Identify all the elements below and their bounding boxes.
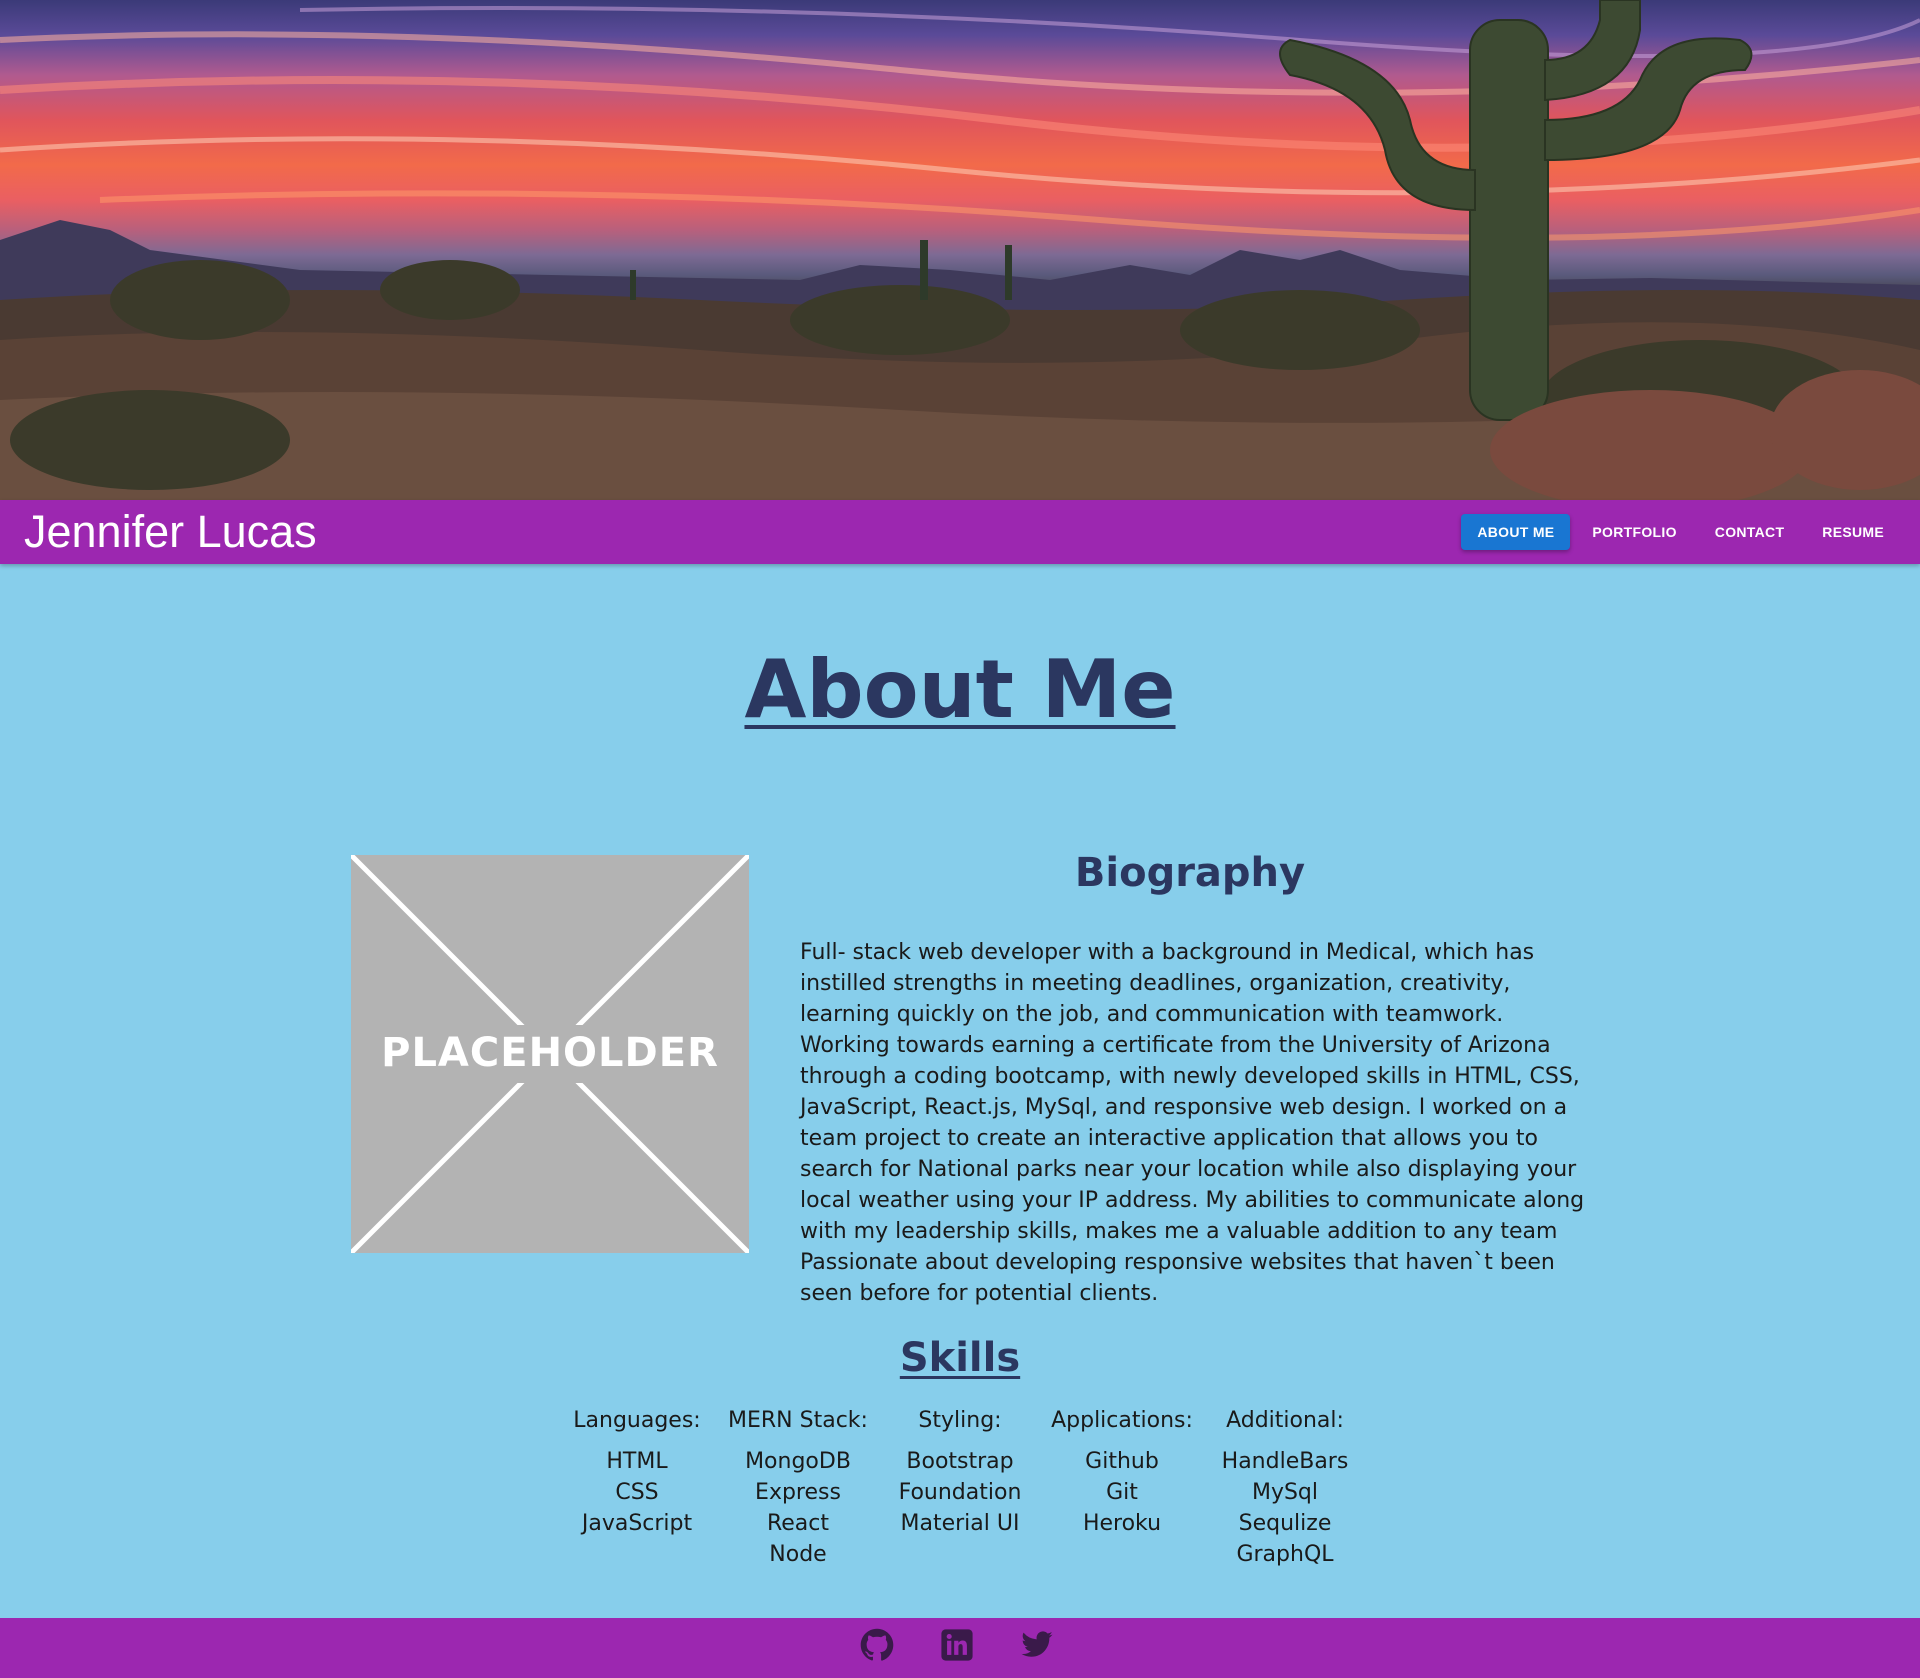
footer: [0, 1618, 1920, 1678]
placeholder-label: PLACEHOLDER: [381, 1030, 719, 1076]
skill-item: Material UI: [900, 1511, 1020, 1536]
social-links: [860, 1628, 1054, 1662]
skill-item: JavaScript: [581, 1511, 693, 1536]
skills-column-title: Applications:: [1051, 1408, 1193, 1433]
skill-item: React: [766, 1511, 830, 1536]
skills-column-languages: Languages: HTML CSS JavaScript: [552, 1405, 722, 1539]
skill-item: HTML: [606, 1449, 668, 1474]
nav-links: ABOUT ME PORTFOLIO CONTACT RESUME: [1461, 514, 1900, 550]
skills-column-title: Styling:: [918, 1408, 1002, 1433]
skill-item: HandleBars: [1221, 1449, 1349, 1474]
skill-item: Express: [755, 1480, 841, 1505]
nav-about-me-button[interactable]: ABOUT ME: [1461, 514, 1571, 550]
nav-contact-button[interactable]: CONTACT: [1699, 514, 1801, 550]
skill-item: GraphQL: [1236, 1542, 1334, 1567]
skills-column-mern-stack: MERN Stack: MongoDB Express React Node: [713, 1405, 883, 1570]
skill-item: CSS: [615, 1480, 659, 1505]
skill-item: Node: [769, 1542, 827, 1567]
biography-heading: Biography: [1074, 850, 1306, 896]
skill-item: Sequlize: [1238, 1511, 1332, 1536]
site-brand-name[interactable]: Jennifer Lucas: [24, 506, 317, 558]
skill-item: MySql: [1251, 1480, 1319, 1505]
top-navbar: Jennifer Lucas ABOUT ME PORTFOLIO CONTAC…: [0, 500, 1920, 564]
biography-text: Full- stack web developer with a backgro…: [800, 940, 1585, 1306]
skills-heading: Skills: [899, 1335, 1021, 1381]
skill-item: Foundation: [898, 1480, 1022, 1505]
hero-banner-image: [0, 0, 1920, 500]
twitter-icon[interactable]: [1020, 1628, 1054, 1662]
skills-column-styling: Styling: Bootstrap Foundation Material U…: [875, 1405, 1045, 1539]
nav-portfolio-button[interactable]: PORTFOLIO: [1576, 514, 1692, 550]
skills-column-title: Additional:: [1226, 1408, 1344, 1433]
skills-column-title: Languages:: [573, 1408, 701, 1433]
skill-item: Bootstrap: [906, 1449, 1014, 1474]
linkedin-icon[interactable]: [940, 1628, 974, 1662]
skill-item: Github: [1085, 1449, 1159, 1474]
skills-column-applications: Applications: Github Git Heroku: [1037, 1405, 1207, 1539]
nav-resume-button[interactable]: RESUME: [1806, 514, 1900, 550]
about-me-heading: About Me: [744, 643, 1176, 736]
skills-column-title: MERN Stack:: [728, 1408, 868, 1433]
skill-item: MongoDB: [745, 1449, 851, 1474]
skill-item: Git: [1106, 1480, 1138, 1505]
skill-item: Heroku: [1082, 1511, 1162, 1536]
profile-placeholder-image: PLACEHOLDER: [351, 855, 749, 1253]
github-icon[interactable]: [860, 1628, 894, 1662]
skills-column-additional: Additional: HandleBars MySql Sequlize Gr…: [1200, 1405, 1370, 1570]
